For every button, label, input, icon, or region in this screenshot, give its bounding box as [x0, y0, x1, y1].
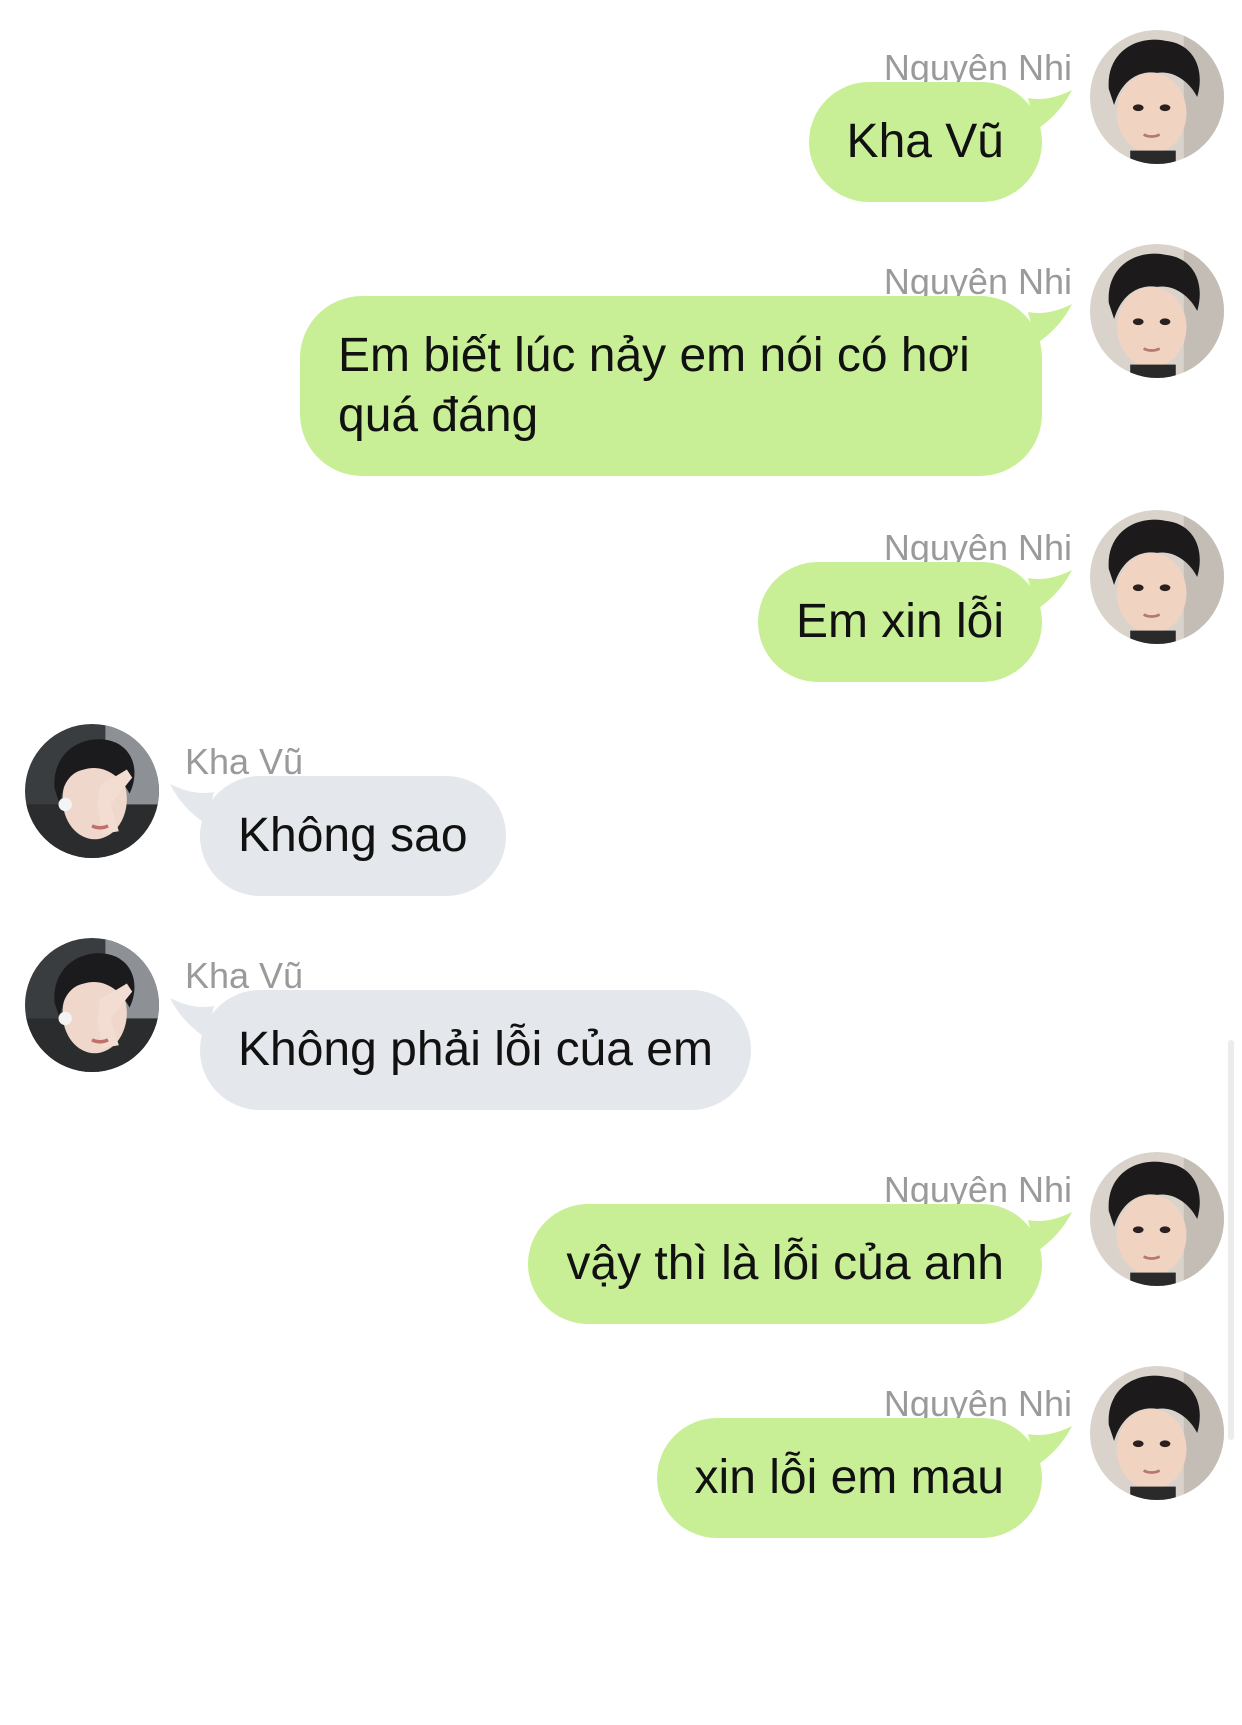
- avatar-kha-vu[interactable]: [25, 938, 159, 1072]
- message-bubble-outgoing[interactable]: vậy thì là lỗi của anh: [528, 1204, 1072, 1324]
- avatar-image: [25, 724, 159, 858]
- avatar-image: [1090, 1152, 1224, 1286]
- avatar-nguyen-nhi[interactable]: [1090, 1366, 1224, 1500]
- bubble-tail: [170, 998, 214, 1038]
- avatar-kha-vu[interactable]: [25, 724, 159, 858]
- avatar-nguyen-nhi[interactable]: [1090, 510, 1224, 644]
- message-bubble-incoming[interactable]: Không phải lỗi của em: [170, 990, 751, 1110]
- message-text: vậy thì là lỗi của anh: [566, 1237, 1004, 1290]
- message-text: Kha Vũ: [846, 115, 1004, 168]
- scrollbar[interactable]: [1228, 1040, 1234, 1440]
- bubble-tail: [1028, 570, 1072, 610]
- message-bubble-outgoing[interactable]: Em xin lỗi: [757, 562, 1072, 682]
- bubble-tail: [1028, 1212, 1072, 1252]
- avatar-nguyen-nhi[interactable]: [1090, 1152, 1224, 1286]
- bubble-tail: [1028, 90, 1072, 130]
- bubble-tail: [170, 784, 214, 824]
- avatar-nguyen-nhi[interactable]: [1090, 244, 1224, 378]
- message-text: Không phải lỗi của em: [238, 1023, 713, 1076]
- message-text: xin lỗi em mau: [694, 1451, 1004, 1504]
- message-bubble-incoming[interactable]: Không sao: [170, 776, 506, 896]
- bubble-tail: [1028, 304, 1072, 344]
- message-bubble-outgoing[interactable]: Em biết lúc nảy em nói có hơi quá đáng: [300, 296, 1072, 476]
- message-text: Em biết lúc nảy em nói có hơi quá đáng: [338, 329, 970, 442]
- message-bubble-outgoing[interactable]: Kha Vũ: [808, 82, 1072, 202]
- avatar-image: [1090, 510, 1224, 644]
- avatar-image: [1090, 244, 1224, 378]
- avatar-image: [1090, 1366, 1224, 1500]
- bubble-tail: [1028, 1426, 1072, 1466]
- message-bubble-outgoing[interactable]: xin lỗi em mau: [656, 1418, 1072, 1538]
- avatar-image: [25, 938, 159, 1072]
- message-text: Không sao: [238, 809, 468, 862]
- avatar-nguyen-nhi[interactable]: [1090, 30, 1224, 164]
- message-text: Em xin lỗi: [795, 595, 1004, 648]
- avatar-image: [1090, 30, 1224, 164]
